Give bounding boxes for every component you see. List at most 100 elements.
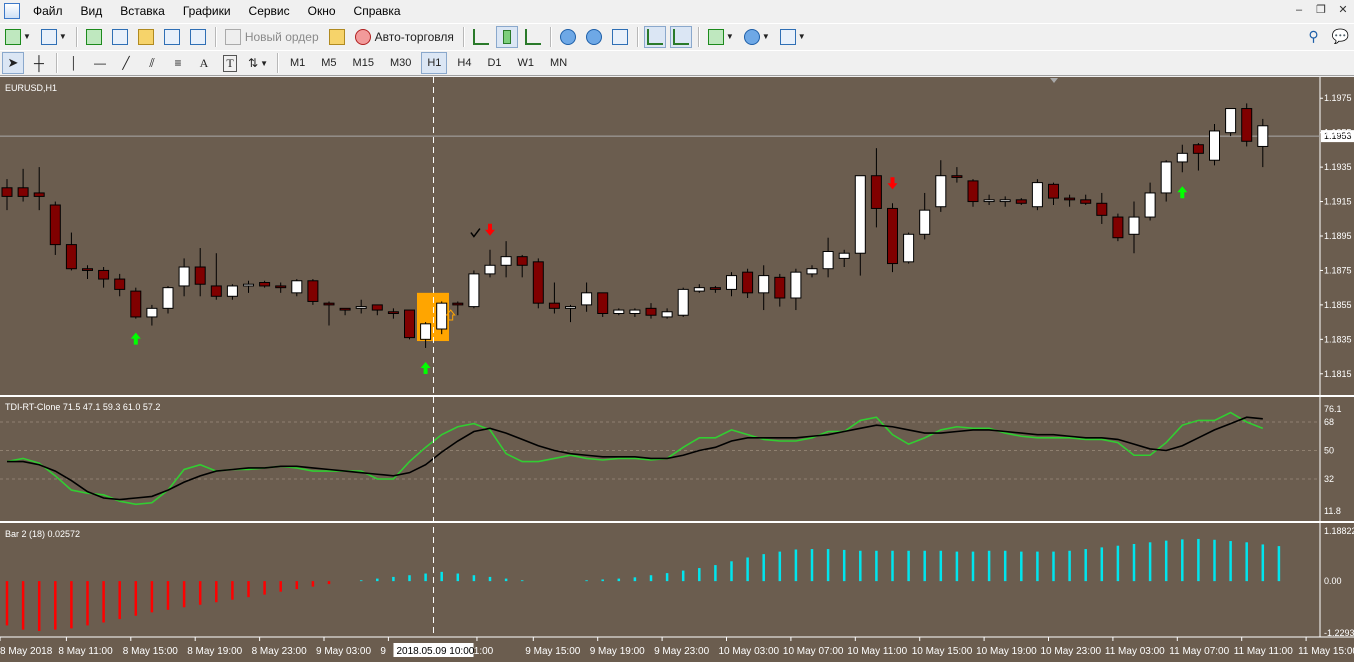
zoom-out-button[interactable] [583, 26, 605, 48]
auto-scroll-button[interactable] [643, 25, 666, 48]
templates-button[interactable]: ▼ [777, 26, 809, 48]
candle[interactable] [1096, 202, 1108, 216]
minimize-button[interactable]: – [1288, 1, 1310, 21]
candle[interactable] [1112, 216, 1124, 239]
candle[interactable] [613, 309, 625, 315]
candle[interactable] [661, 311, 673, 318]
price-pane[interactable] [0, 103, 1320, 374]
candle[interactable] [162, 287, 174, 309]
candle[interactable] [243, 283, 254, 287]
candle[interactable] [1031, 182, 1043, 208]
new-order-button[interactable]: Новый ордер [222, 26, 322, 48]
candle[interactable] [629, 309, 641, 315]
tdi-pane[interactable] [0, 411, 1320, 506]
text-button[interactable]: A [193, 52, 215, 74]
candle[interactable] [210, 285, 222, 297]
menu-insert[interactable]: Вставка [111, 0, 174, 22]
candle[interactable] [339, 307, 351, 311]
candle[interactable] [999, 199, 1011, 203]
close-button[interactable]: ✕ [1332, 1, 1354, 21]
candle[interactable] [677, 288, 689, 316]
candle[interactable] [226, 285, 238, 297]
candle[interactable] [1257, 125, 1269, 147]
candle[interactable] [114, 278, 126, 290]
candle[interactable] [565, 306, 576, 309]
candle[interactable] [1080, 199, 1092, 204]
candle[interactable] [404, 309, 415, 339]
bar2-pane[interactable] [5, 538, 1281, 631]
candle[interactable] [98, 269, 110, 280]
candle[interactable] [935, 175, 947, 208]
timeframe-d1[interactable]: D1 [481, 52, 507, 74]
horizontal-line-button[interactable]: — [89, 52, 111, 74]
candle[interactable] [532, 261, 544, 304]
timeframe-h4[interactable]: H4 [451, 52, 477, 74]
candle[interactable] [742, 271, 754, 294]
candle[interactable] [790, 271, 802, 299]
candle[interactable] [1064, 197, 1076, 201]
candle[interactable] [806, 268, 818, 275]
candle[interactable] [581, 292, 593, 306]
search-button[interactable]: ⚲ [1303, 26, 1325, 48]
timeframe-h1[interactable]: H1 [421, 52, 448, 74]
periods-button[interactable]: ▼ [741, 26, 773, 48]
chat-button[interactable]: 💬 [1329, 26, 1352, 48]
candle[interactable] [436, 302, 448, 330]
candle[interactable] [194, 266, 206, 285]
zoom-in-button[interactable] [557, 26, 579, 48]
candle[interactable] [774, 276, 786, 299]
candle[interactable] [726, 275, 737, 290]
candle[interactable] [516, 256, 528, 266]
tile-windows-button[interactable] [609, 26, 631, 48]
crosshair-button[interactable]: ┼ [28, 52, 50, 74]
candle[interactable] [500, 256, 512, 266]
timeframe-m30[interactable]: M30 [384, 52, 417, 74]
candle[interactable] [291, 280, 303, 294]
timeframe-mn[interactable]: MN [544, 52, 573, 74]
candlestick-button[interactable] [495, 25, 518, 48]
candle[interactable] [178, 266, 190, 287]
new-chart-button[interactable]: ▼ [2, 26, 34, 48]
timeframe-m1[interactable]: M1 [284, 52, 311, 74]
menu-help[interactable]: Справка [345, 0, 410, 22]
candle[interactable] [951, 175, 963, 178]
vertical-line-button[interactable]: │ [63, 52, 85, 74]
candle[interactable] [1241, 108, 1253, 142]
menu-window[interactable]: Окно [299, 0, 345, 22]
candle[interactable] [758, 275, 770, 294]
candle[interactable] [645, 307, 657, 316]
candle[interactable] [903, 233, 915, 263]
candle[interactable] [1225, 108, 1237, 134]
metaeditor-button[interactable] [326, 26, 348, 48]
market-watch-button[interactable] [83, 26, 105, 48]
menu-view[interactable]: Вид [72, 0, 112, 22]
text-label-button[interactable]: T [219, 52, 241, 74]
arrows-button[interactable]: ⇅ ▼ [245, 52, 271, 74]
candle[interactable] [307, 280, 319, 302]
profiles-button[interactable]: ▼ [38, 26, 70, 48]
candle[interactable] [1128, 216, 1140, 235]
candle[interactable] [822, 251, 834, 270]
navigator-button[interactable] [135, 26, 157, 48]
candle[interactable] [919, 209, 931, 235]
timeframe-w1[interactable]: W1 [512, 52, 541, 74]
terminal-button[interactable] [161, 26, 183, 48]
chart-window[interactable]: 1.1953 1.1975 1.1955 1.1935 1.1915 1.1895 1.18… [0, 77, 1354, 662]
strategy-tester-button[interactable] [187, 26, 209, 48]
candle[interactable] [693, 287, 705, 292]
candle[interactable] [355, 306, 367, 309]
candle[interactable] [548, 302, 560, 309]
candle[interactable] [275, 285, 287, 289]
candle[interactable] [420, 323, 432, 340]
timeframe-m5[interactable]: M5 [315, 52, 342, 74]
bar-chart-button[interactable] [470, 26, 492, 48]
candle[interactable] [82, 268, 93, 271]
trendline-button[interactable]: ╱ [115, 52, 137, 74]
cursor-button[interactable]: ➤ [2, 52, 24, 74]
data-window-button[interactable] [109, 26, 131, 48]
candle[interactable] [1144, 192, 1156, 218]
candle[interactable] [259, 282, 271, 287]
candle[interactable] [452, 302, 464, 306]
candle[interactable] [323, 302, 335, 306]
candle[interactable] [967, 180, 979, 203]
